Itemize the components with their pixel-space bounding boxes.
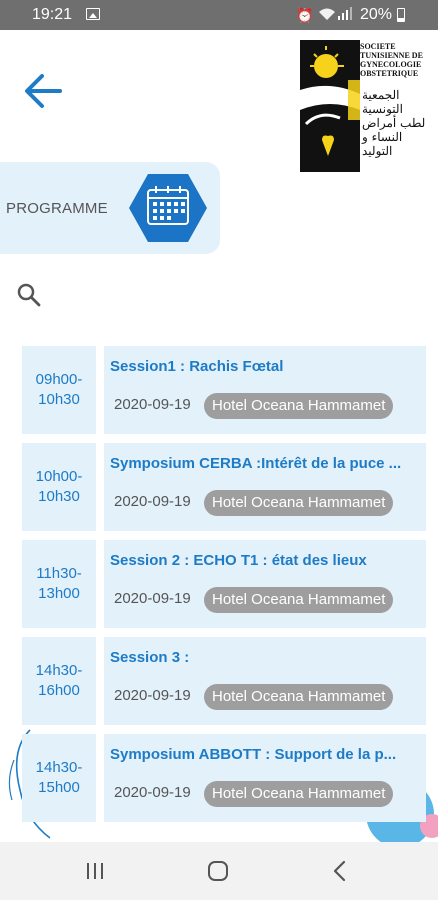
session-end: 15h00	[38, 779, 80, 796]
programme-label: PROGRAMME	[6, 200, 108, 217]
session-time: 11h30- 13h00	[22, 540, 96, 628]
session-date: 2020-09-19	[114, 784, 191, 801]
programme-header: PROGRAMME	[0, 162, 220, 254]
session-row[interactable]: 14h30- 15h00 Symposium ABBOTT : Support …	[22, 734, 426, 822]
session-place-badge: Hotel Oceana Hammamet	[204, 781, 394, 807]
session-title: Symposium CERBA :Intérêt de la puce ...	[110, 455, 402, 472]
session-card[interactable]: Session1 : Rachis Fœtal 2020-09-19 Hotel…	[104, 346, 426, 434]
session-place-badge: Hotel Oceana Hammamet	[204, 490, 394, 516]
session-row[interactable]: 11h30- 13h00 Session 2 : ECHO T1 : état …	[22, 540, 426, 628]
status-bar: 19:21 ⏰ 20%	[0, 0, 438, 30]
wifi-signal-icon	[318, 6, 352, 25]
session-start: 11h30-	[36, 565, 82, 582]
session-place-badge: Hotel Oceana Hammamet	[204, 684, 394, 710]
session-title: Symposium ABBOTT : Support de la p...	[110, 746, 397, 763]
session-time: 10h00- 10h30	[22, 443, 96, 531]
system-back-button[interactable]	[330, 860, 350, 882]
session-start: 09h00-	[35, 371, 83, 388]
session-time: 14h30- 16h00	[22, 637, 96, 725]
alarm-icon: ⏰	[296, 7, 314, 23]
session-date: 2020-09-19	[114, 493, 191, 510]
system-nav-bar	[0, 842, 438, 900]
session-title: Session 2 : ECHO T1 : état des lieux	[110, 552, 367, 569]
session-time: 14h30- 15h00	[22, 734, 96, 822]
session-place-badge: Hotel Oceana Hammamet	[204, 587, 394, 613]
session-row[interactable]: 14h30- 16h00 Session 3 : 2020-09-19 Hote…	[22, 637, 426, 725]
session-card[interactable]: Session 2 : ECHO T1 : état des lieux 202…	[104, 540, 426, 628]
arrow-left-icon	[25, 74, 62, 108]
logo-arabic-text: الجمعية التونسية لطب أمراض النساء و التو…	[362, 88, 426, 158]
back-button[interactable]	[22, 70, 64, 112]
session-date: 2020-09-19	[114, 396, 191, 413]
gallery-icon	[86, 8, 100, 20]
home-icon	[208, 861, 228, 881]
society-logo: SOCIETE TUNISIENNE DE GYNECOLOGIE OBSTET…	[300, 40, 432, 178]
session-title: Session1 : Rachis Fœtal	[110, 358, 284, 375]
session-row[interactable]: 10h00- 10h30 Symposium CERBA :Intérêt de…	[22, 443, 426, 531]
session-end: 16h00	[38, 682, 80, 699]
logo-graphic	[300, 40, 360, 172]
search-icon[interactable]	[16, 282, 42, 308]
session-start: 14h30-	[35, 662, 83, 679]
session-place-badge: Hotel Oceana Hammamet	[204, 393, 394, 419]
session-end: 10h30	[38, 488, 80, 505]
session-start: 10h00-	[35, 468, 83, 485]
battery-percent: 20%	[360, 6, 393, 23]
status-time: 19:21	[32, 6, 73, 23]
session-start: 14h30-	[35, 759, 83, 776]
logo-text: SOCIETE TUNISIENNE DE GYNECOLOGIE OBSTET…	[360, 42, 423, 78]
home-button[interactable]	[207, 860, 229, 882]
calendar-grid-icon	[128, 172, 208, 244]
session-card[interactable]: Symposium ABBOTT : Support de la p... 20…	[104, 734, 426, 822]
session-date: 2020-09-19	[114, 687, 191, 704]
recent-apps-icon	[87, 863, 103, 879]
battery-icon	[397, 8, 405, 22]
session-card[interactable]: Symposium CERBA :Intérêt de la puce ... …	[104, 443, 426, 531]
session-card[interactable]: Session 3 : 2020-09-19 Hotel Oceana Hamm…	[104, 637, 426, 725]
chevron-left-icon	[333, 860, 346, 882]
session-title: Session 3 :	[110, 649, 190, 666]
session-row[interactable]: 09h00- 10h30 Session1 : Rachis Fœtal 202…	[22, 346, 426, 434]
session-end: 13h00	[38, 585, 80, 602]
session-time: 09h00- 10h30	[22, 346, 96, 434]
session-end: 10h30	[38, 391, 80, 408]
session-date: 2020-09-19	[114, 590, 191, 607]
recent-apps-button[interactable]	[84, 862, 106, 880]
